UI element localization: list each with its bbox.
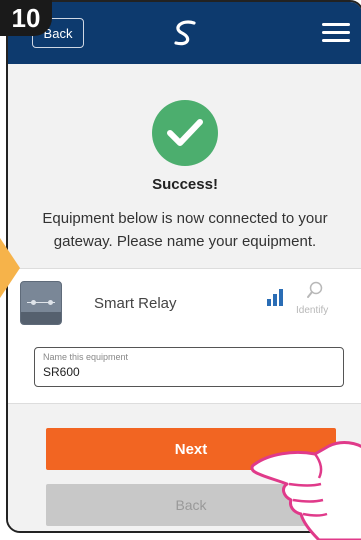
device-card: Smart Relay Identify Name this equipment xyxy=(8,268,361,404)
signal-strength-icon xyxy=(267,289,283,306)
pointing-hand-icon xyxy=(250,441,361,540)
step-number-badge: 10 xyxy=(0,0,52,36)
identify-icon[interactable] xyxy=(306,281,324,299)
smart-relay-icon xyxy=(20,281,62,325)
identify-label[interactable]: Identify xyxy=(296,305,328,316)
salus-logo-icon xyxy=(174,20,196,46)
success-title: Success! xyxy=(152,176,218,193)
equipment-name-input[interactable] xyxy=(43,365,323,379)
equipment-name-field[interactable]: Name this equipment xyxy=(34,347,344,387)
device-name: Smart Relay xyxy=(94,295,177,312)
equipment-name-label: Name this equipment xyxy=(43,352,129,362)
app-header: Back xyxy=(8,2,361,64)
check-circle-icon xyxy=(152,100,218,166)
pointer-arrow-icon xyxy=(0,238,20,298)
success-message: Equipment below is now connected to your… xyxy=(42,210,328,250)
hamburger-menu-icon[interactable] xyxy=(322,23,350,43)
